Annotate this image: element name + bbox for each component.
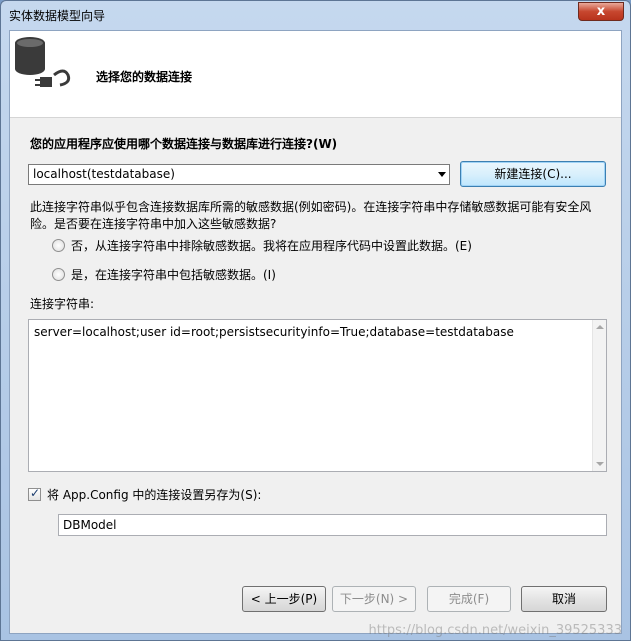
- connection-question: 您的应用程序应使用哪个数据连接与数据库进行连接?(W): [30, 137, 338, 151]
- vertical-scrollbar[interactable]: [592, 320, 606, 471]
- close-icon: x: [596, 4, 606, 19]
- wizard-window: 实体数据模型向导 x 选择您的数据连接 您的应用程序应使用哪个数据连接与数据库进…: [0, 0, 631, 641]
- connection-string-value: server=localhost;user id=root;persistsec…: [34, 325, 514, 339]
- chevron-down-icon[interactable]: [438, 172, 446, 177]
- connection-string-textarea[interactable]: server=localhost;user id=root;persistsec…: [28, 319, 607, 472]
- new-connection-button[interactable]: 新建连接(C)...: [460, 161, 606, 187]
- radio-include-label[interactable]: 是，在连接字符串中包括敏感数据。(I): [71, 268, 276, 282]
- radio-exclude-label[interactable]: 否，从连接字符串中排除敏感数据。我将在应用程序代码中设置此数据。(E): [71, 239, 472, 253]
- radio-include[interactable]: [52, 268, 65, 281]
- save-config-label[interactable]: 将 App.Config 中的连接设置另存为(S):: [47, 488, 261, 502]
- connection-dropdown[interactable]: localhost(testdatabase): [28, 164, 450, 185]
- window-title: 实体数据模型向导: [9, 9, 106, 23]
- cancel-button[interactable]: 取消: [521, 586, 607, 612]
- save-config-checkbox[interactable]: [28, 486, 41, 501]
- radio-exclude-row[interactable]: 否，从连接字符串中排除敏感数据。我将在应用程序代码中设置此数据。(E): [52, 238, 472, 254]
- radio-exclude[interactable]: [52, 239, 65, 252]
- page-title: 选择您的数据连接: [96, 70, 193, 84]
- connection-string-label: 连接字符串:: [30, 297, 95, 311]
- title-bar: 实体数据模型向导 x: [1, 1, 630, 29]
- sensitive-data-warning: 此连接字符串似乎包含连接数据库所需的敏感数据(例如密码)。在连接字符串中存储敏感…: [30, 200, 592, 231]
- close-button[interactable]: x: [578, 2, 624, 21]
- config-name-input[interactable]: DBModel: [58, 514, 607, 536]
- scroll-up-icon[interactable]: [596, 325, 604, 329]
- finish-button[interactable]: 完成(F): [427, 586, 511, 612]
- watermark: https://blog.csdn.net/weixin_39525333: [368, 623, 622, 638]
- scroll-down-icon[interactable]: [596, 462, 604, 466]
- wizard-header: 选择您的数据连接: [10, 31, 621, 118]
- radio-include-row[interactable]: 是，在连接字符串中包括敏感数据。(I): [52, 267, 276, 283]
- database-plug-icon: [15, 37, 71, 87]
- next-button[interactable]: 下一步(N) >: [332, 586, 416, 612]
- wizard-body: 选择您的数据连接 您的应用程序应使用哪个数据连接与数据库进行连接?(W) loc…: [9, 30, 622, 634]
- connection-dropdown-value: localhost(testdatabase): [33, 167, 175, 181]
- save-config-row[interactable]: 将 App.Config 中的连接设置另存为(S):: [28, 486, 261, 503]
- back-button[interactable]: < 上一步(P): [242, 586, 326, 612]
